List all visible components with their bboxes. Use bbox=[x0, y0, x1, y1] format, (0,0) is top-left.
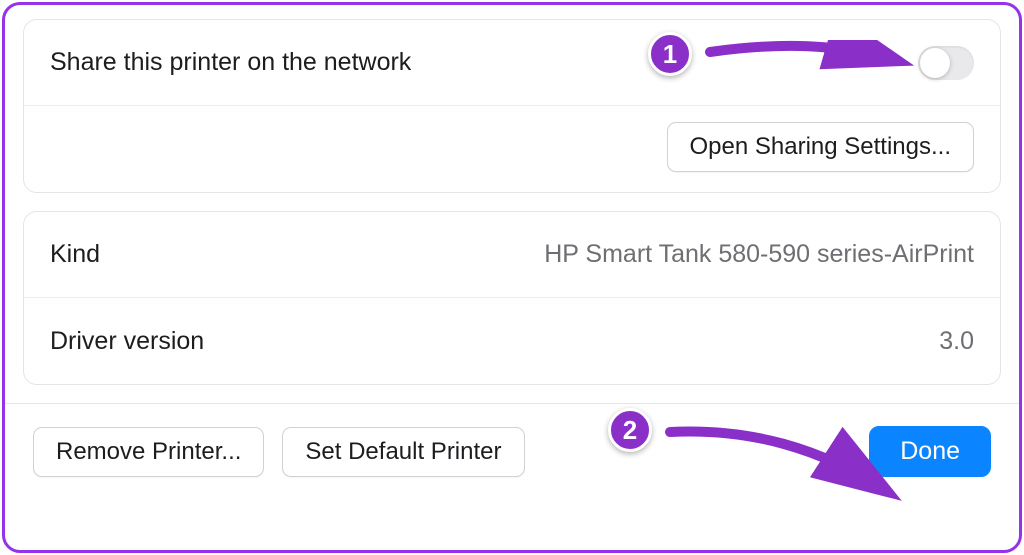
annotation-badge-1: 1 bbox=[648, 32, 692, 76]
driver-version-value: 3.0 bbox=[939, 327, 974, 356]
driver-version-row: Driver version 3.0 bbox=[24, 298, 1000, 384]
kind-row: Kind HP Smart Tank 580-590 series-AirPri… bbox=[24, 212, 1000, 298]
footer-left-group: Remove Printer... Set Default Printer bbox=[33, 427, 525, 477]
kind-label: Kind bbox=[50, 240, 100, 269]
kind-value: HP Smart Tank 580-590 series-AirPrint bbox=[544, 240, 974, 269]
annotation-arrow-2 bbox=[660, 418, 920, 513]
sharing-settings-row: Open Sharing Settings... bbox=[24, 106, 1000, 192]
remove-printer-button[interactable]: Remove Printer... bbox=[33, 427, 264, 477]
share-printer-toggle[interactable] bbox=[918, 46, 974, 80]
printer-details-panel: Kind HP Smart Tank 580-590 series-AirPri… bbox=[23, 211, 1001, 385]
share-printer-label: Share this printer on the network bbox=[50, 48, 411, 77]
annotation-arrow-1 bbox=[700, 40, 920, 100]
driver-version-label: Driver version bbox=[50, 327, 204, 356]
open-sharing-settings-button[interactable]: Open Sharing Settings... bbox=[667, 122, 975, 172]
toggle-knob bbox=[920, 48, 950, 78]
annotation-badge-2: 2 bbox=[608, 408, 652, 452]
set-default-printer-button[interactable]: Set Default Printer bbox=[282, 427, 524, 477]
